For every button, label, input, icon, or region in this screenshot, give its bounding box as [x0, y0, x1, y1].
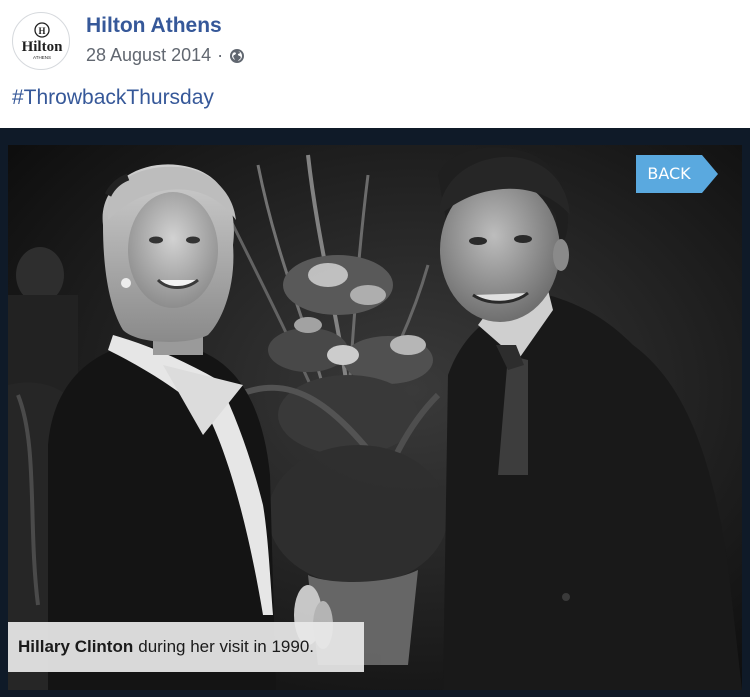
photo-illustration	[8, 145, 742, 690]
hilton-logo: H Hilton ATHENS	[22, 22, 63, 60]
post-header: H Hilton ATHENS Hilton Athens 28 August …	[12, 12, 732, 72]
photo-image	[8, 145, 742, 690]
meta-separator: ·	[217, 45, 224, 65]
back-button-label: BACK	[647, 164, 691, 183]
page-avatar[interactable]: H Hilton ATHENS	[12, 12, 70, 70]
caption-text: during her visit in 1990.	[138, 637, 315, 656]
avatar-logo-subtext: ATHENS	[33, 55, 51, 60]
page-name-link[interactable]: Hilton Athens	[86, 14, 222, 38]
post-hashtag[interactable]: #ThrowbackThursday	[12, 86, 214, 110]
post-date[interactable]: 28 August 2014	[86, 45, 211, 66]
photo-caption: Hillary Clinton during her visit in 1990…	[8, 622, 364, 672]
svg-text:H: H	[38, 26, 45, 36]
back-button[interactable]: BACK	[636, 155, 718, 193]
post-meta: 28 August 2014 ·	[86, 45, 245, 66]
globe-icon[interactable]	[229, 48, 245, 64]
caption-name: Hillary Clinton	[18, 637, 134, 656]
post-photo[interactable]	[0, 128, 750, 697]
avatar-logo-text: Hilton	[22, 39, 63, 55]
